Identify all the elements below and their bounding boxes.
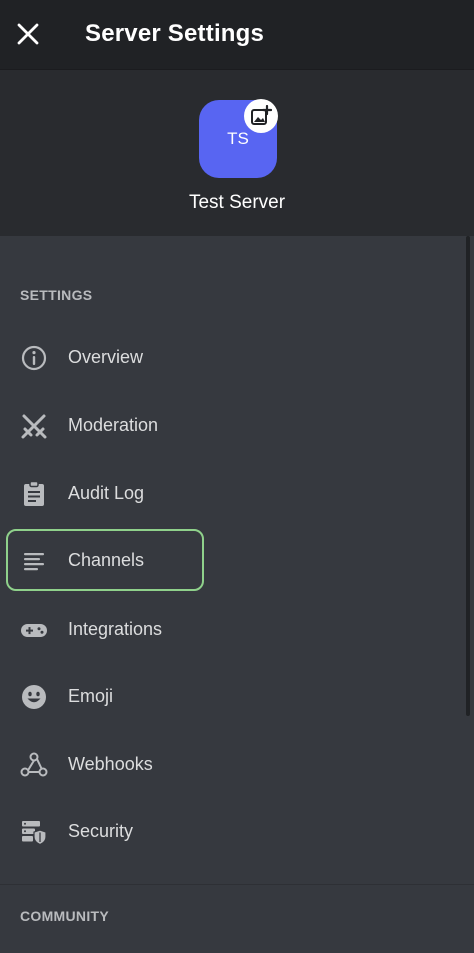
menu-item-label: Channels (68, 549, 145, 570)
menu-item-channels[interactable]: Channels (6, 529, 204, 591)
menu-item-moderation[interactable]: Moderation (6, 394, 204, 456)
menu-item-webhooks[interactable]: Webhooks (6, 733, 204, 795)
webhooks-icon (20, 751, 48, 779)
menu-item-integrations[interactable]: Integrations (6, 598, 204, 660)
emoji-icon (20, 683, 48, 711)
info-icon (20, 344, 48, 372)
server-name: Test Server (188, 192, 286, 213)
menu-item-audit-log[interactable]: Audit Log (6, 462, 204, 524)
server-initials: TS (227, 129, 249, 148)
upload-image-button[interactable] (244, 99, 278, 133)
clipboard-icon (20, 480, 48, 508)
gamepad-icon (20, 616, 48, 644)
section-divider (0, 884, 474, 885)
security-icon (20, 818, 48, 846)
menu-item-label: Security (68, 820, 134, 841)
menu-item-label: Integrations (68, 618, 163, 639)
menu-item-label: Audit Log (68, 482, 145, 503)
menu-item-label: Emoji (68, 685, 114, 706)
menu-item-security[interactable]: Security (6, 800, 204, 862)
scrollbar[interactable] (466, 236, 470, 716)
section-label-settings: SETTINGS (20, 287, 93, 303)
menu-item-label: Webhooks (68, 753, 153, 774)
top-bar: Server Settings (0, 0, 474, 70)
menu-item-label: Moderation (68, 414, 159, 435)
section-label-community: COMMUNITY (20, 908, 110, 924)
close-icon (17, 23, 39, 45)
server-header: TS Test Server (0, 70, 474, 236)
menu-item-emoji[interactable]: Emoji (6, 665, 204, 727)
swords-icon (20, 412, 48, 440)
page-title: Server Settings (85, 20, 265, 47)
menu-item-label: Overview (68, 346, 144, 367)
close-button[interactable] (14, 20, 42, 48)
channels-icon (20, 547, 48, 575)
menu-item-overview[interactable]: Overview (6, 326, 204, 388)
add-image-icon (251, 105, 272, 125)
